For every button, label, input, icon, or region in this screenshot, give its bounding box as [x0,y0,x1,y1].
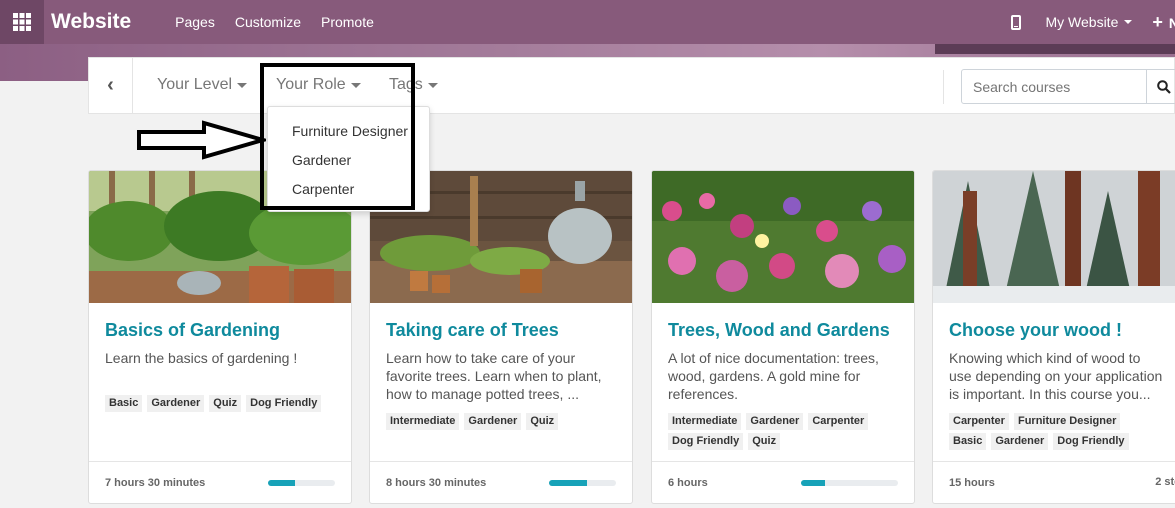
new-content-label: N [1168,14,1175,31]
divider [943,70,944,104]
progress-bar [801,480,898,486]
search-button[interactable] [1146,70,1175,103]
search-icon [1156,79,1171,94]
menu-customize[interactable]: Customize [235,14,301,30]
course-duration: 7 hours 30 minutes [105,476,206,489]
course-footer: 8 hours 30 minutes [370,461,632,503]
search-box [961,69,1175,104]
menu-promote[interactable]: Promote [321,14,374,30]
course-duration: 8 hours 30 minutes [386,476,487,489]
mobile-preview-icon[interactable] [1011,14,1022,30]
course-tags: Intermediate Gardener Quiz [386,413,616,433]
progress-fill [801,480,826,486]
course-description: Learn how to take care of your favorite … [386,350,602,402]
tag-badge[interactable]: Dog Friendly [1053,433,1129,450]
course-filter-bar: ‹ Your Level Your Role Tags [88,57,1175,114]
menu-pages[interactable]: Pages [175,14,215,30]
tag-badge[interactable]: Dog Friendly [668,433,744,450]
course-description: Learn the basics of gardening ! [105,350,298,366]
tag-badge[interactable]: Gardener [746,413,804,430]
course-tags: Carpenter Furniture Designer Basic Garde… [949,413,1165,453]
tag-badge[interactable]: Gardener [991,433,1049,450]
course-description: A lot of nice documentation: trees, wood… [668,350,879,402]
progress-fill [549,480,588,486]
course-title[interactable]: Choose your wood ! [949,319,1165,341]
course-description: Knowing which kind of wood to use depend… [949,350,1163,402]
navbar-right: My Website + N [1011,0,1175,44]
website-switcher-label: My Website [1045,14,1119,30]
arrow-right-icon [137,120,266,160]
course-footer: 7 hours 30 minutes [89,461,351,503]
course-title[interactable]: Basics of Gardening [105,319,335,341]
caret-down-icon [1124,20,1133,24]
course-steps: 2 step [1155,476,1175,488]
tag-badge[interactable]: Carpenter [949,413,1009,430]
main-menu: Pages Customize Promote [175,14,394,30]
tag-badge[interactable]: Carpenter [808,413,869,430]
course-duration: 6 hours [668,476,708,489]
tag-badge[interactable]: Furniture Designer [1013,413,1121,430]
tag-badge[interactable]: Basic [949,433,987,450]
course-card[interactable]: Choose your wood ! Knowing which kind of… [932,170,1175,504]
course-card[interactable]: Basics of Gardening Learn the basics of … [88,170,352,504]
back-button[interactable]: ‹ [89,57,133,114]
app-brand[interactable]: Website [51,10,131,34]
course-title[interactable]: Trees, Wood and Gardens [668,319,898,341]
new-content-button[interactable]: + N [1152,12,1175,33]
tag-badge[interactable]: Quiz [209,395,242,412]
tag-badge[interactable]: Dog Friendly [246,395,322,412]
grid-icon [13,13,31,31]
plus-icon: + [1152,11,1163,32]
filter-your-level-label: Your Level [157,76,233,93]
course-tags: Basic Gardener Quiz Dog Friendly [105,395,335,415]
chevron-left-icon: ‹ [107,74,114,96]
progress-bar [549,480,616,486]
tag-badge[interactable]: Quiz [748,433,781,450]
course-card[interactable]: Trees, Wood and Gardens A lot of nice do… [651,170,915,504]
tag-badge[interactable]: Quiz [526,413,559,430]
filter-your-level[interactable]: Your Level [157,76,248,94]
course-footer: 15 hours 2 step [933,461,1175,503]
course-image [933,171,1175,303]
tag-badge[interactable]: Intermediate [386,413,460,430]
progress-fill [268,480,295,486]
caret-down-icon [427,82,438,88]
course-duration: 15 hours [949,476,995,489]
tag-badge[interactable]: Intermediate [668,413,742,430]
caret-down-icon [237,82,248,88]
website-switcher[interactable]: My Website [1045,14,1133,30]
tag-badge[interactable]: Basic [105,395,143,412]
tag-badge[interactable]: Gardener [147,395,205,412]
course-card[interactable]: Taking care of Trees Learn how to take c… [369,170,633,504]
course-footer: 6 hours [652,461,914,503]
search-input[interactable] [962,70,1146,103]
course-tags: Intermediate Gardener Carpenter Dog Frie… [668,413,898,453]
highlight-box [260,63,415,210]
tag-badge[interactable]: Gardener [464,413,522,430]
banner-shape [935,44,1175,54]
course-image [652,171,914,303]
top-navbar: Website Pages Customize Promote My Websi… [0,0,1175,44]
course-title[interactable]: Taking care of Trees [386,319,616,341]
apps-menu-button[interactable] [0,0,44,44]
progress-bar [268,480,335,486]
